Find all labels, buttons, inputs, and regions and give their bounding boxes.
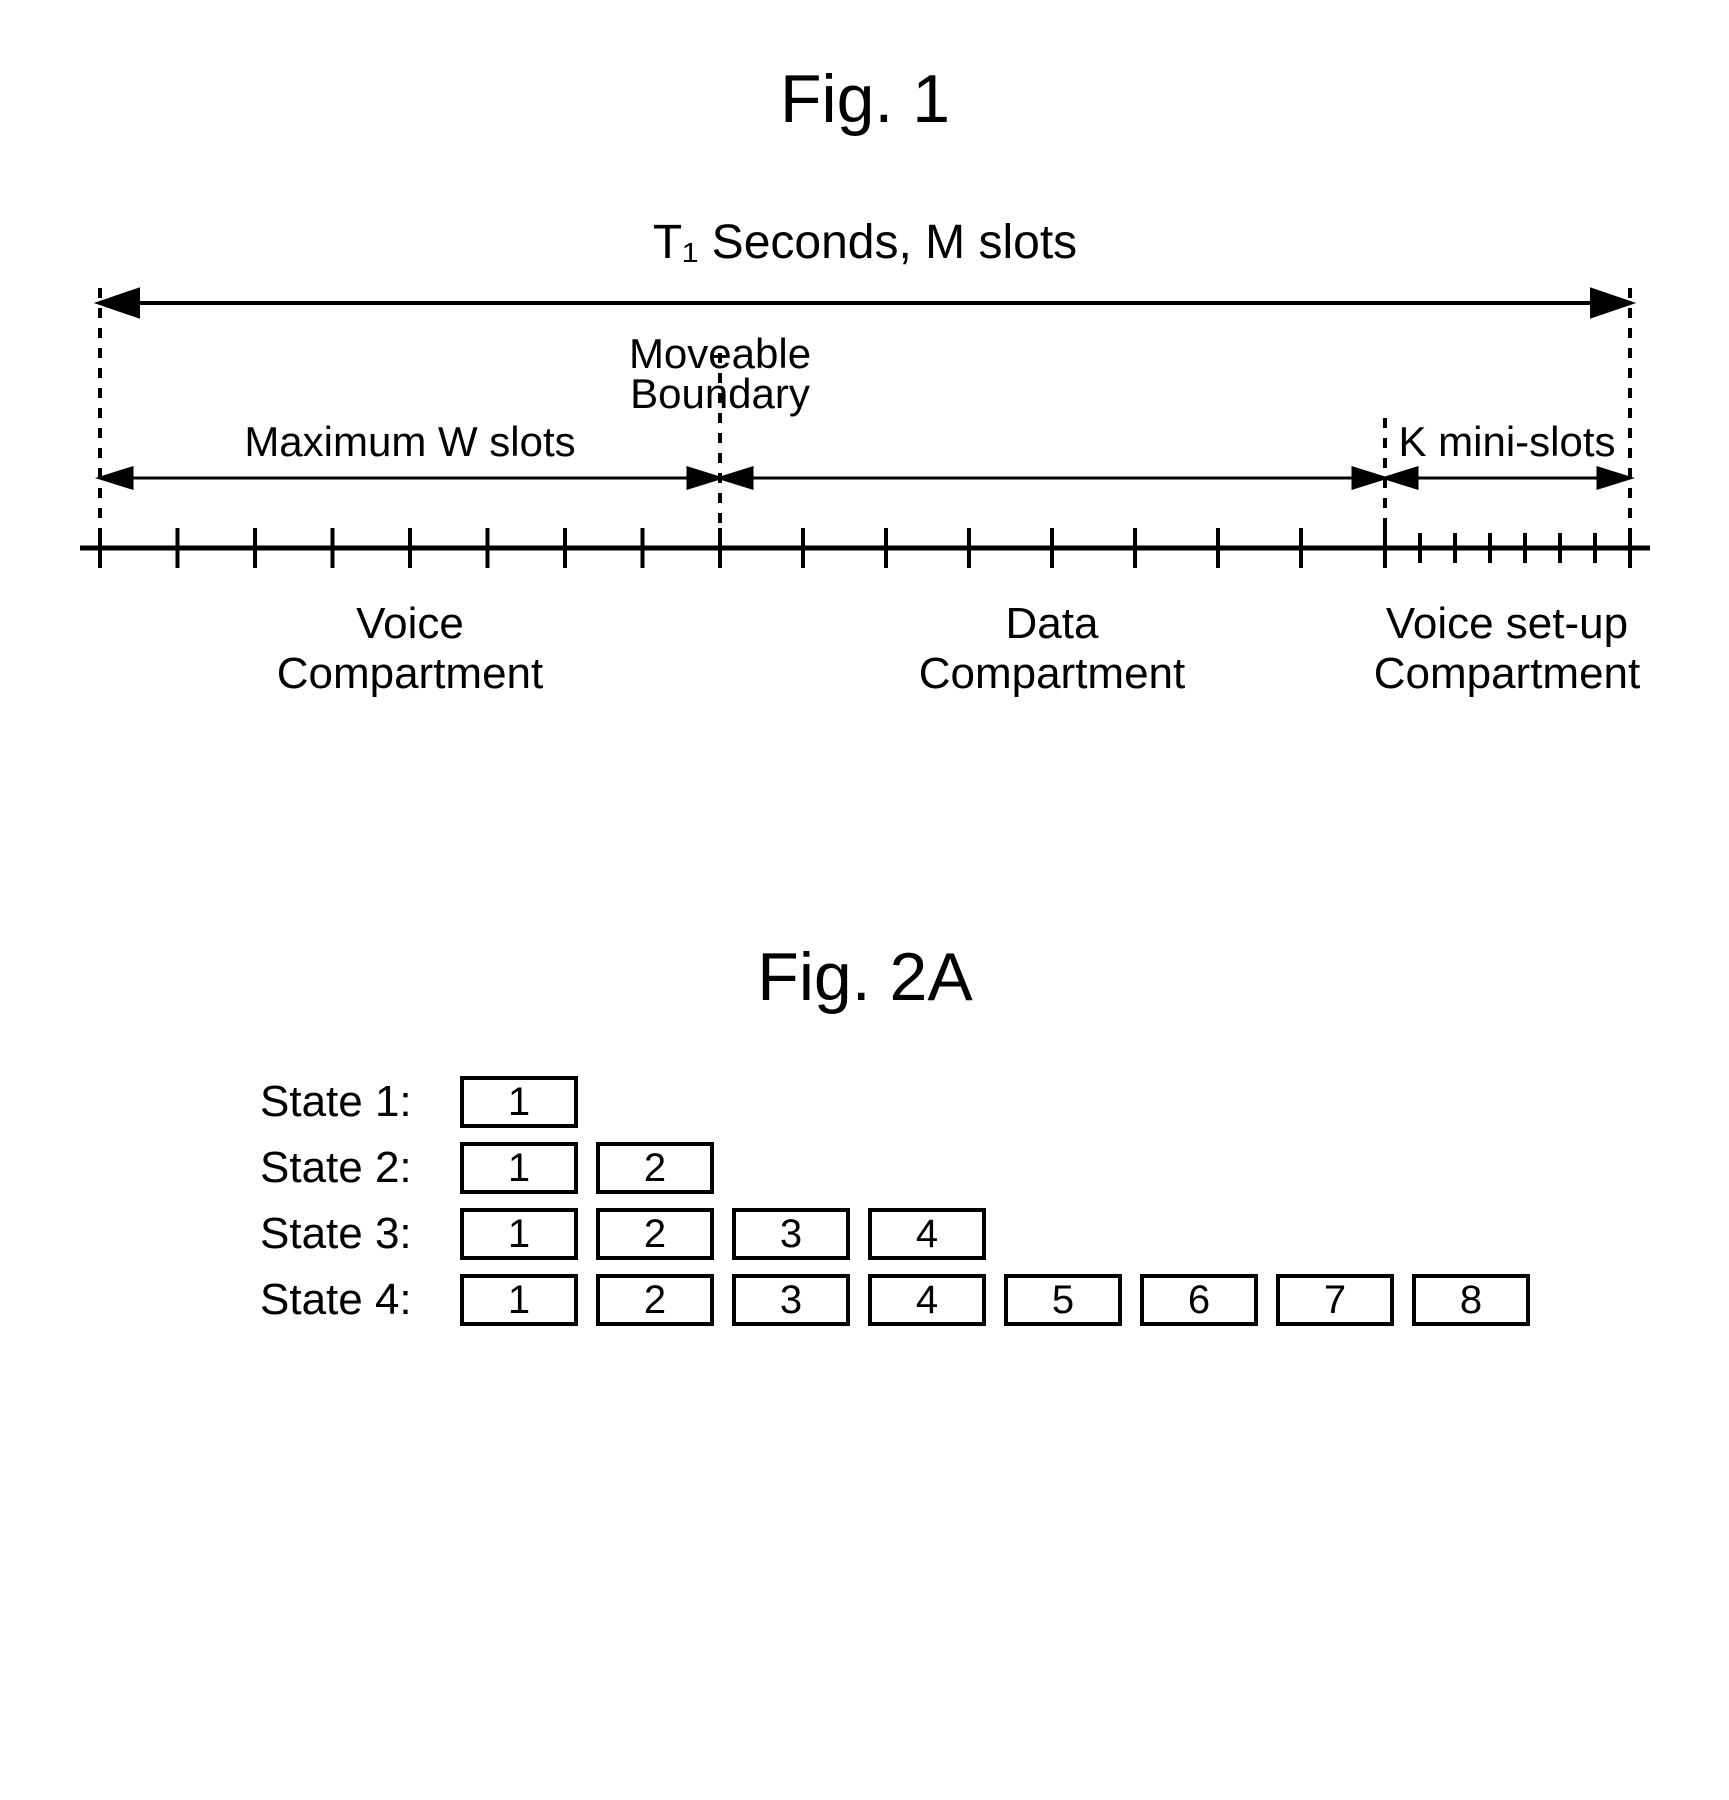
fig1-comp3-line2: Compartment xyxy=(1374,649,1641,698)
slot-box: 5 xyxy=(1004,1274,1122,1326)
fig1-w-label: Maximum W slots xyxy=(244,418,575,465)
slot-box: 2 xyxy=(596,1274,714,1326)
slot-box: 1 xyxy=(460,1076,578,1128)
fig1-diagram: T₁ Seconds, M slots Moveable Boundary Ma… xyxy=(40,198,1690,758)
fig1-comp1-line2: Compartment xyxy=(277,649,544,698)
fig1-k-label: K mini-slots xyxy=(1398,418,1615,465)
slot-box: 1 xyxy=(460,1208,578,1260)
slot-box: 1 xyxy=(460,1274,578,1326)
slot-box: 8 xyxy=(1412,1274,1530,1326)
fig2a-title: Fig. 2A xyxy=(40,938,1690,1016)
fig1-comp2-line1: Data xyxy=(1006,599,1099,648)
fig1-title: Fig. 1 xyxy=(40,60,1690,138)
fig2a-diagram: State 1:1State 2:12State 3:1234State 4:1… xyxy=(40,1076,1690,1326)
slot-box: 4 xyxy=(868,1208,986,1260)
state-label: State 1: xyxy=(260,1077,460,1127)
state-row: State 2:12 xyxy=(260,1142,1690,1194)
state-label: State 3: xyxy=(260,1209,460,1259)
fig1-comp2-line2: Compartment xyxy=(919,649,1186,698)
slot-box: 6 xyxy=(1140,1274,1258,1326)
slot-box: 3 xyxy=(732,1208,850,1260)
slot-box: 2 xyxy=(596,1142,714,1194)
slot-box: 2 xyxy=(596,1208,714,1260)
state-label: State 4: xyxy=(260,1275,460,1325)
state-row: State 3:1234 xyxy=(260,1208,1690,1260)
state-row: State 1:1 xyxy=(260,1076,1690,1128)
slot-box: 3 xyxy=(732,1274,850,1326)
fig1-boundary-label-line2: Boundary xyxy=(630,370,810,417)
fig1-top-label: T₁ Seconds, M slots xyxy=(653,216,1077,269)
state-row: State 4:12345678 xyxy=(260,1274,1690,1326)
slot-box: 7 xyxy=(1276,1274,1394,1326)
state-label: State 2: xyxy=(260,1143,460,1193)
fig1-comp1-line1: Voice xyxy=(356,599,464,648)
fig1-comp3-line1: Voice set-up xyxy=(1386,599,1628,648)
slot-box: 4 xyxy=(868,1274,986,1326)
slot-box: 1 xyxy=(460,1142,578,1194)
